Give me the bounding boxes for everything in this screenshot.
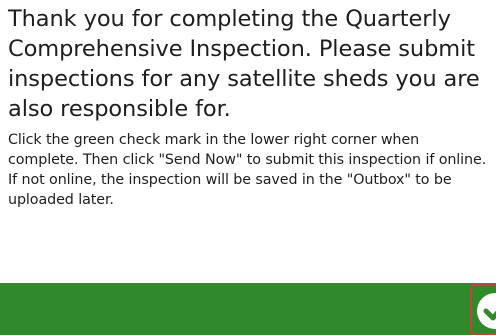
completion-heading: Thank you for completing the Quarterly C… <box>8 6 480 122</box>
completion-message: Thank you for completing the Quarterly C… <box>8 4 492 210</box>
footer-toolbar <box>0 283 496 335</box>
check-circle-icon <box>477 293 496 329</box>
submit-check-button[interactable] <box>470 283 496 335</box>
submission-instructions: Click the green check mark in the lower … <box>8 132 487 208</box>
checkmark-icon <box>483 308 496 321</box>
survey-completion-page: Thank you for completing the Quarterly C… <box>0 0 496 335</box>
